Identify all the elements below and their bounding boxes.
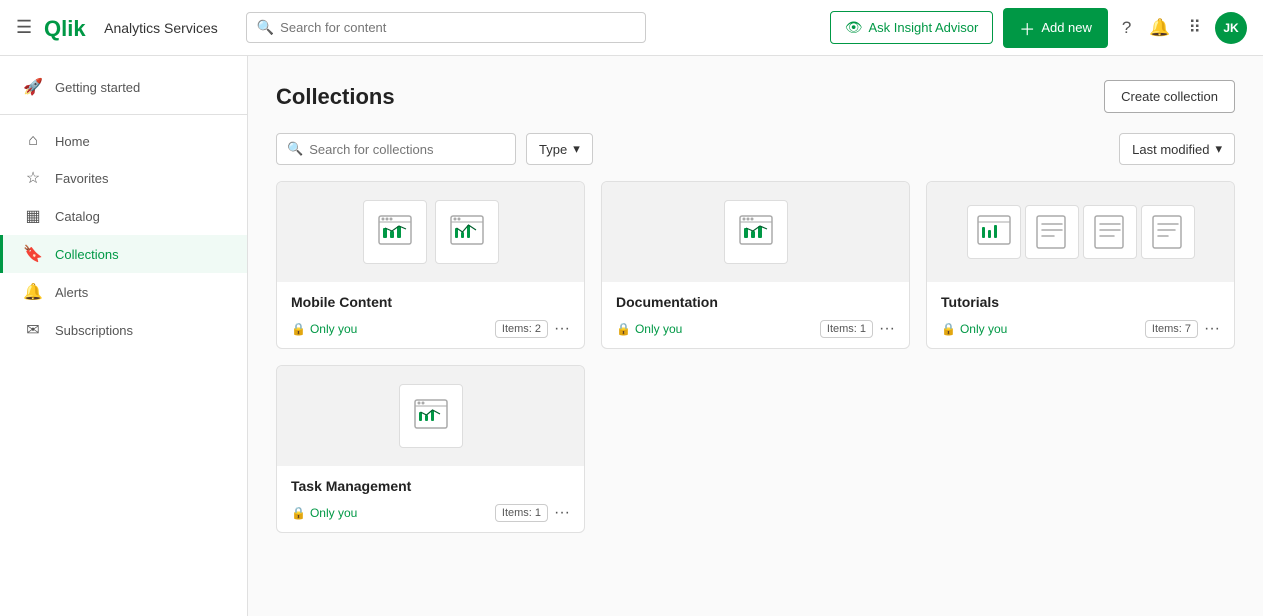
home-icon: ⌂	[23, 132, 43, 150]
card-icon-4	[1141, 205, 1195, 259]
sidebar-item-alerts[interactable]: 🔔 Alerts	[0, 273, 247, 311]
sidebar: 🚀 Getting started ⌂ Home ☆ Favorites ▦ C…	[0, 56, 248, 616]
card-body: Mobile Content 🔒 Only you Items: 2 ···	[277, 282, 584, 348]
notifications-icon[interactable]: 🔔	[1145, 14, 1174, 42]
more-options-icon[interactable]: ···	[1204, 321, 1220, 337]
card-icon-2	[435, 200, 499, 264]
card-body: Documentation 🔒 Only you Items: 1 ···	[602, 282, 909, 348]
sidebar-item-getting-started[interactable]: 🚀 Getting started	[0, 68, 247, 106]
card-icon	[724, 200, 788, 264]
main-content: Collections Create collection 🔍 Type ▾ L…	[248, 56, 1263, 616]
card-owner: 🔒 Only you	[941, 322, 1007, 336]
card-title: Tutorials	[941, 294, 1220, 310]
card-body: Tutorials 🔒 Only you Items: 7 ···	[927, 282, 1234, 348]
card-footer: 🔒 Only you Items: 1 ···	[291, 504, 570, 522]
card-body: Task Management 🔒 Only you Items: 1 ···	[277, 466, 584, 532]
email-icon: ✉	[23, 320, 43, 340]
insight-advisor-button[interactable]: 👁 Ask Insight Advisor	[830, 11, 994, 44]
card-items-count: Items: 1	[820, 320, 873, 338]
card-title: Mobile Content	[291, 294, 570, 310]
insight-icon: 👁	[845, 19, 863, 36]
card-items-count: Items: 7	[1145, 320, 1198, 338]
card-owner: 🔒 Only you	[291, 506, 357, 520]
help-icon[interactable]: ?	[1118, 14, 1135, 42]
more-options-icon[interactable]: ···	[554, 321, 570, 337]
card-documentation[interactable]: Documentation 🔒 Only you Items: 1 ···	[601, 181, 910, 349]
card-icon-1	[967, 205, 1021, 259]
card-icon-3	[1083, 205, 1137, 259]
main-header: Collections Create collection	[276, 80, 1235, 113]
lock-icon: 🔒	[941, 322, 956, 336]
lock-icon: 🔒	[291, 322, 306, 336]
card-mobile-content[interactable]: Mobile Content 🔒 Only you Items: 2 ···	[276, 181, 585, 349]
card-title: Task Management	[291, 478, 570, 494]
card-preview	[927, 182, 1234, 282]
sidebar-item-catalog[interactable]: ▦ Catalog	[0, 197, 247, 235]
card-preview	[277, 182, 584, 282]
card-title: Documentation	[616, 294, 895, 310]
card-tutorials[interactable]: Tutorials 🔒 Only you Items: 7 ···	[926, 181, 1235, 349]
card-icon-2	[1025, 205, 1079, 259]
card-owner: 🔒 Only you	[291, 322, 357, 336]
card-footer: 🔒 Only you Items: 1 ···	[616, 320, 895, 338]
chevron-down-icon: ▾	[573, 141, 580, 157]
search-collections-input[interactable]	[309, 142, 505, 157]
catalog-icon: ▦	[23, 206, 43, 226]
page-title: Collections	[276, 84, 395, 110]
card-icon	[399, 384, 463, 448]
card-icon	[363, 200, 427, 264]
layout: 🚀 Getting started ⌂ Home ☆ Favorites ▦ C…	[0, 56, 1263, 616]
plus-icon: ＋	[1019, 16, 1035, 40]
hamburger-menu[interactable]: ☰	[16, 17, 32, 38]
card-right: Items: 7 ···	[1145, 320, 1220, 338]
collections-search[interactable]: 🔍	[276, 133, 516, 165]
topnav: ☰ Qlik Analytics Services 🔍 👁 Ask Insigh…	[0, 0, 1263, 56]
svg-text:Qlik: Qlik	[44, 16, 86, 41]
add-new-button[interactable]: ＋ Add new	[1003, 8, 1108, 48]
sidebar-divider	[0, 114, 247, 115]
grid-icon[interactable]: ⠿	[1185, 14, 1205, 42]
lock-icon: 🔒	[291, 506, 306, 520]
search-icon: 🔍	[257, 19, 274, 36]
more-options-icon[interactable]: ···	[879, 321, 895, 337]
card-right: Items: 1 ···	[820, 320, 895, 338]
card-right: Items: 1 ···	[495, 504, 570, 522]
rocket-icon: 🚀	[23, 77, 43, 97]
card-right: Items: 2 ···	[495, 320, 570, 338]
more-options-icon[interactable]: ···	[554, 505, 570, 521]
chevron-down-icon: ▾	[1215, 141, 1222, 157]
sidebar-item-favorites[interactable]: ☆ Favorites	[0, 159, 247, 197]
star-icon: ☆	[23, 168, 43, 188]
card-items-count: Items: 1	[495, 504, 548, 522]
avatar[interactable]: JK	[1215, 12, 1247, 44]
global-search[interactable]: 🔍	[246, 12, 646, 43]
bell-icon: 🔔	[23, 282, 43, 302]
sidebar-item-home[interactable]: ⌂ Home	[0, 123, 247, 159]
card-owner: 🔒 Only you	[616, 322, 682, 336]
card-preview	[277, 366, 584, 466]
card-preview	[602, 182, 909, 282]
filters-row: 🔍 Type ▾ Last modified ▾	[276, 133, 1235, 165]
filters-left: 🔍 Type ▾	[276, 133, 593, 165]
search-collections-icon: 🔍	[287, 141, 303, 157]
lock-icon: 🔒	[616, 322, 631, 336]
logo[interactable]: Qlik	[44, 14, 88, 42]
card-task-management[interactable]: Task Management 🔒 Only you Items: 1 ···	[276, 365, 585, 533]
cards-grid: Mobile Content 🔒 Only you Items: 2 ···	[276, 181, 1235, 533]
card-items-count: Items: 2	[495, 320, 548, 338]
last-modified-button[interactable]: Last modified ▾	[1119, 133, 1235, 165]
sidebar-item-collections[interactable]: 🔖 Collections	[0, 235, 247, 273]
global-search-input[interactable]	[280, 20, 635, 35]
sidebar-item-subscriptions[interactable]: ✉ Subscriptions	[0, 311, 247, 349]
card-footer: 🔒 Only you Items: 2 ···	[291, 320, 570, 338]
app-name: Analytics Services	[104, 20, 218, 36]
type-filter-button[interactable]: Type ▾	[526, 133, 593, 165]
card-footer: 🔒 Only you Items: 7 ···	[941, 320, 1220, 338]
create-collection-button[interactable]: Create collection	[1104, 80, 1235, 113]
topnav-right: 👁 Ask Insight Advisor ＋ Add new ? 🔔 ⠿ JK	[830, 8, 1247, 48]
bookmark-icon: 🔖	[23, 244, 43, 264]
